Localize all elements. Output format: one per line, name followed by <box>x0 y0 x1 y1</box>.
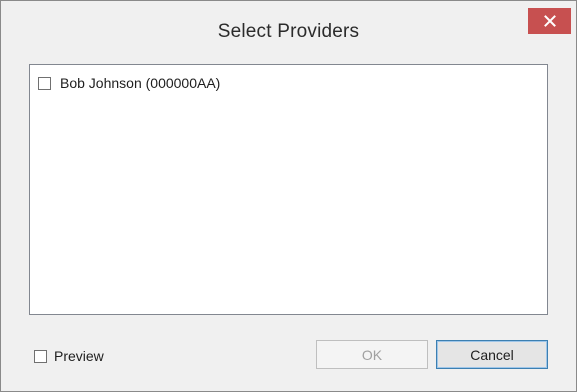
select-providers-dialog: Select Providers Bob Johnson (000000AA) … <box>0 0 577 392</box>
providers-list[interactable]: Bob Johnson (000000AA) <box>29 64 548 315</box>
preview-checkbox[interactable] <box>34 349 47 363</box>
cancel-button[interactable]: Cancel <box>436 340 548 369</box>
preview-label: Preview <box>54 348 104 364</box>
dialog-title: Select Providers <box>217 21 360 42</box>
provider-checkbox[interactable] <box>38 76 51 90</box>
ok-button[interactable]: OK <box>316 340 428 369</box>
provider-list-item[interactable]: Bob Johnson (000000AA) <box>38 73 220 93</box>
preview-option[interactable]: Preview <box>34 346 104 366</box>
dialog-content: Bob Johnson (000000AA) Preview OK Cancel <box>11 58 566 381</box>
title-bar[interactable]: Select Providers <box>1 1 576 57</box>
close-button[interactable] <box>528 8 571 34</box>
provider-label: Bob Johnson (000000AA) <box>60 75 221 91</box>
close-icon <box>543 15 556 27</box>
